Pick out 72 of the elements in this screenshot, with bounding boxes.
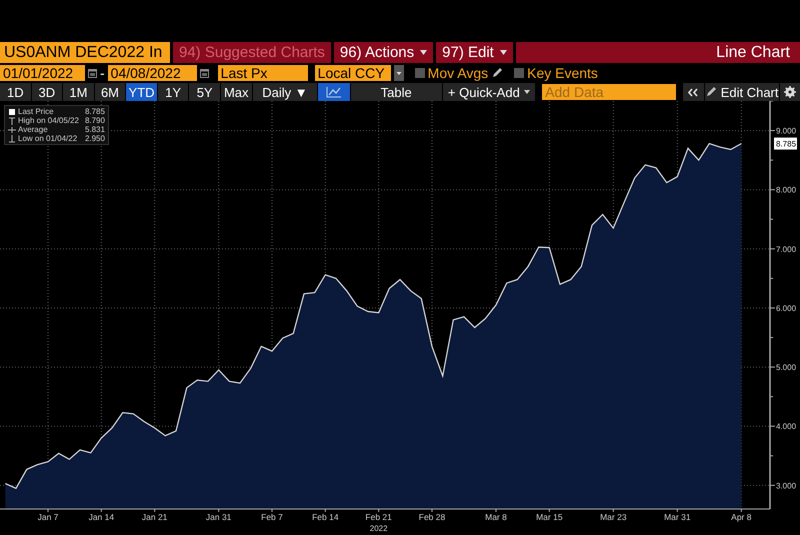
period-tab[interactable]: 3D — [32, 83, 62, 101]
legend-value: 5.831 — [84, 125, 105, 134]
legend-value: 8.790 — [84, 116, 105, 125]
legend-label: Average — [18, 125, 48, 134]
line-chart-icon — [326, 86, 342, 98]
toggle-label: Mov Avgs — [428, 65, 488, 81]
field-selector[interactable]: Last Px — [218, 65, 308, 81]
pencil-icon[interactable] — [491, 67, 504, 79]
y-tick-label: 5.000 — [776, 363, 796, 372]
legend-label: Last Price — [18, 107, 54, 116]
period-tab[interactable]: 5Y — [189, 83, 220, 101]
end-date-field[interactable]: 04/08/2022 — [108, 65, 197, 81]
calendar-icon[interactable] — [88, 68, 97, 78]
period-tab[interactable]: 1M — [63, 83, 94, 101]
y-tick-label: 6.000 — [776, 304, 796, 313]
x-tick-label: Apr 8 — [731, 512, 752, 522]
currency-selector[interactable]: Local CCY — [314, 65, 391, 81]
y-tick-label: 3.000 — [776, 481, 796, 490]
start-date-field[interactable]: 01/01/2022 — [0, 65, 85, 81]
average-marker-icon — [8, 126, 16, 134]
legend-label: Low on 01/04/22 — [18, 134, 78, 143]
menu-button[interactable]: 97) Edit — [436, 42, 513, 63]
x-tick-label: Jan 31 — [206, 512, 232, 522]
x-tick-label: Mar 8 — [485, 512, 507, 522]
last-price-tag: 8.785 — [774, 138, 797, 150]
checkbox[interactable] — [414, 68, 425, 78]
x-tick-label: Feb 7 — [261, 512, 283, 522]
settings-button[interactable] — [780, 83, 800, 101]
calendar-icon[interactable] — [200, 68, 209, 78]
period-tab[interactable]: 1D — [0, 83, 31, 101]
low-marker-icon — [8, 134, 16, 142]
settings-icon — [784, 86, 796, 98]
dropdown-icon[interactable] — [394, 65, 404, 81]
y-tick-label: 7.000 — [776, 244, 796, 254]
period-tab[interactable]: Max — [220, 83, 252, 101]
period-tab[interactable]: 1Y — [158, 83, 188, 101]
y-tick-label: 8.000 — [776, 186, 796, 195]
legend-value: 8.785 — [84, 107, 105, 116]
square-icon — [8, 108, 16, 116]
period-tab[interactable]: 6M — [94, 83, 126, 101]
x-tick-label: Feb 28 — [418, 512, 446, 522]
range-separator: - — [100, 65, 105, 81]
menu-button[interactable]: 96) Actions — [334, 42, 434, 63]
pencil-icon[interactable] — [704, 86, 717, 98]
security-field[interactable]: US0ANM DEC2022 In — [0, 42, 170, 63]
y-tick-label: 9.000 — [776, 126, 796, 136]
x-tick-label: Mar 31 — [664, 512, 691, 522]
toggle-label: Key Events — [527, 65, 598, 81]
x-tick-label: Feb 14 — [312, 512, 339, 522]
edit-chart-button[interactable]: Edit Chart — [704, 83, 779, 101]
table-button[interactable]: Table — [350, 83, 442, 101]
x-tick-label: Mar 15 — [536, 512, 563, 522]
x-tick-label: Mar 23 — [600, 512, 627, 522]
line-chart-button[interactable] — [318, 83, 350, 101]
chart-type-title: Line Chart — [516, 42, 800, 63]
checkbox[interactable] — [514, 68, 524, 78]
x-tick-label: Jan 7 — [38, 512, 58, 522]
legend-value: 2.950 — [84, 134, 105, 143]
quick-add-button[interactable]: + Quick-Add — [442, 83, 536, 101]
add-data-field[interactable]: Add Data — [542, 84, 676, 100]
period-tab[interactable]: YTD — [126, 83, 157, 101]
caret-icon — [524, 90, 530, 94]
legend-label: High on 04/05/22 — [18, 116, 79, 125]
x-axis-label: 2022 — [370, 524, 388, 533]
y-tick-label: 4.000 — [776, 422, 796, 432]
high-marker-icon — [8, 116, 16, 124]
x-tick-label: Jan 21 — [142, 512, 168, 522]
x-tick-label: Feb 21 — [365, 512, 392, 522]
collapse-button[interactable] — [683, 83, 704, 101]
double-chevron-icon — [688, 88, 698, 96]
x-tick-label: Jan 14 — [88, 512, 114, 522]
frequency-dropdown[interactable]: Daily ▼ — [252, 83, 318, 101]
